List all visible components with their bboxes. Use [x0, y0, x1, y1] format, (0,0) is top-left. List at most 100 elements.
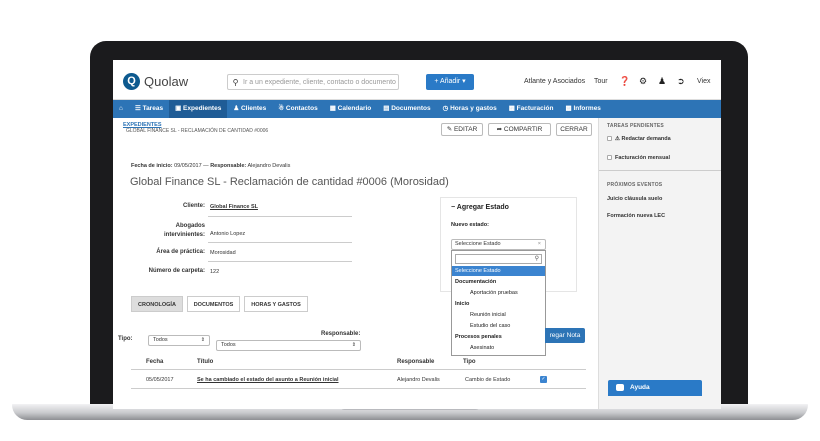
status-select-value: Seleccione Estado [455, 241, 501, 247]
nav-label: Facturación [516, 105, 554, 112]
folder-label: Número de carpeta: [148, 268, 205, 274]
type-filter-label: Tipo: [118, 336, 133, 342]
task-label: Redactar demanda [621, 136, 671, 142]
logo-text: Quolaw [144, 74, 189, 89]
row-checkbox[interactable]: ✓ [540, 376, 547, 383]
lawyers-label: Abogados intervinientes: [163, 223, 205, 238]
app-screen: Q Quolaw ⚲ Ir a un expediente, cliente, … [113, 60, 721, 409]
clear-icon[interactable]: × [538, 240, 541, 249]
nav-label: Contactos [285, 105, 318, 112]
tab-horas-gastos[interactable]: HORAS Y GASTOS [244, 296, 308, 312]
type-filter-select[interactable]: Todos ⇕ [148, 335, 210, 346]
task-item[interactable]: Facturación mensual [607, 155, 670, 161]
practice-label: Área de práctica: [156, 249, 205, 255]
help-label: Ayuda [630, 384, 650, 391]
responsible-filter-value: Todos [221, 342, 236, 348]
close-button[interactable]: CERRAR [556, 123, 592, 136]
nav-label: Horas y gastos [450, 105, 497, 112]
dropdown-option[interactable]: Asesinato [452, 343, 545, 353]
dropdown-group: Procesos penales [455, 334, 502, 340]
nav-label: Calendario [337, 105, 372, 112]
event-item[interactable]: Formación nueva LEC [607, 213, 665, 219]
nav-calendario[interactable]: ▦ Calendario [324, 100, 378, 118]
row-date: 05/05/2017 [146, 377, 174, 383]
logout-icon[interactable]: ➲ [677, 76, 685, 87]
briefcase-icon: ▣ [175, 105, 182, 112]
add-button[interactable]: + Añadir ▾ [426, 74, 474, 90]
col-titulo[interactable]: Título [197, 359, 213, 365]
search-placeholder: Ir a un expediente, cliente, contacto o … [243, 78, 396, 86]
dropdown-option[interactable]: Aportación pruebas [452, 288, 545, 298]
nav-informes[interactable]: ▩ Informes [560, 100, 607, 118]
tab-documentos[interactable]: DOCUMENTOS [187, 296, 240, 312]
divider [208, 242, 352, 243]
dropdown-option[interactable]: Estudio del caso [452, 321, 545, 331]
dropdown-option[interactable]: Seleccione Estado [452, 266, 545, 276]
tour-link[interactable]: Tour [594, 78, 608, 85]
panel-title[interactable]: − Agregar Estado [451, 204, 509, 211]
share-label: COMPARTIR [503, 126, 543, 133]
edit-icon: ✎ [446, 126, 453, 133]
client-value[interactable]: Global Finance SL [210, 204, 258, 210]
task-item[interactable]: ⚠ Redactar demanda [607, 136, 671, 142]
col-responsable[interactable]: Responsable [397, 359, 434, 365]
new-status-label: Nuevo estado: [451, 222, 489, 228]
help-icon[interactable]: ❓ [619, 76, 630, 87]
meta-separator: — [203, 163, 209, 169]
nav-horas[interactable]: ◷ Horas y gastos [437, 100, 503, 118]
nav-facturacion[interactable]: ▩ Facturación [503, 100, 560, 118]
warning-icon: ⚠ [615, 136, 620, 142]
row-title-link[interactable]: Se ha cambiado el estado del asunto a Re… [197, 377, 339, 383]
folder-value: 122 [210, 269, 220, 275]
nav-home[interactable]: ⌂ [113, 100, 129, 118]
list-icon: ☰ [134, 105, 141, 112]
tab-cronologia[interactable]: CRONOLOGÍA [131, 296, 183, 312]
type-filter-value: Todos [153, 337, 168, 343]
col-tipo[interactable]: Tipo [463, 359, 476, 365]
responsible-filter-select[interactable]: Todos ⇕ [216, 340, 361, 351]
breadcrumb-case: GLOBAL FINANCE SL - RECLAMACIÓN DE CANTI… [126, 128, 269, 134]
logo[interactable]: Q Quolaw [123, 73, 188, 90]
nav-documentos[interactable]: ▤ Documentos [377, 100, 436, 118]
firm-name[interactable]: Atlante y Asociados [524, 78, 585, 85]
global-search[interactable]: ⚲ Ir a un expediente, cliente, contacto … [227, 74, 399, 90]
edit-button[interactable]: ✎ EDITAR [441, 123, 483, 136]
gear-icon[interactable]: ⚙ [639, 76, 647, 87]
client-link[interactable]: Global Finance SL [210, 204, 258, 210]
dropdown-search-input[interactable]: ⚲ [455, 254, 542, 264]
help-chat-button[interactable]: Ayuda [608, 380, 702, 396]
chart-icon: ▩ [565, 105, 572, 112]
lawyers-value: Antonio Lopez [210, 231, 246, 237]
start-date: 09/05/2017 [174, 163, 202, 169]
user-icon[interactable]: ♟ [658, 76, 666, 87]
nav-label: Expedientes [183, 105, 222, 112]
logo-icon: Q [123, 73, 140, 90]
row-responsible: Alejandro Devalis [397, 377, 440, 383]
col-fecha[interactable]: Fecha [146, 359, 163, 365]
share-icon: ➦ [496, 126, 503, 133]
search-icon: ⚲ [232, 77, 239, 87]
row-title[interactable]: Se ha cambiado el estado del asunto a Re… [197, 377, 339, 383]
clock-icon: ◷ [442, 105, 449, 112]
task-checkbox[interactable] [607, 136, 612, 142]
top-bar: Q Quolaw ⚲ Ir a un expediente, cliente, … [113, 60, 721, 100]
task-checkbox[interactable] [607, 155, 612, 161]
user-name[interactable]: Viex [697, 78, 711, 85]
share-button[interactable]: ➦ COMPARTIR [488, 123, 551, 136]
nav-label: Informes [573, 105, 601, 112]
laptop-mockup: Q Quolaw ⚲ Ir a un expediente, cliente, … [0, 0, 820, 441]
start-label: Fecha de inicio: [131, 163, 173, 169]
practice-value: Morosidad [210, 250, 236, 256]
status-select[interactable]: Seleccione Estado × [451, 239, 546, 250]
nav-tareas[interactable]: ☰ Tareas [129, 100, 169, 118]
nav-contactos[interactable]: ☃ Contactos [272, 100, 323, 118]
tasks-header: TAREAS PENDIENTES [607, 123, 664, 129]
nav-expedientes[interactable]: ▣ Expedientes [169, 100, 228, 118]
search-icon: ⚲ [534, 256, 539, 262]
chevron-updown-icon: ⇕ [200, 337, 205, 343]
nav-clientes[interactable]: ♟ Clientes [227, 100, 272, 118]
responsible-value: Alejandro Devalis [247, 163, 291, 169]
dropdown-option[interactable]: Reunión inicial [452, 310, 545, 320]
add-note-button[interactable]: regar Nota [545, 328, 585, 343]
event-item[interactable]: Juicio cláusula suelo [607, 196, 662, 202]
